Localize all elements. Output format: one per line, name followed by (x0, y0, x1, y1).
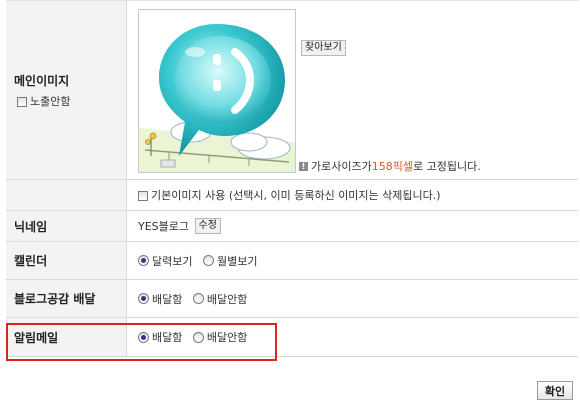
speech-bubble-image (139, 24, 295, 172)
default-image-value-cell: 기본이미지 사용 (선택시, 이미 등록하신 이미지는 삭제됩니다.) (126, 179, 578, 211)
calendar-value-cell: 달력보기 월별보기 (126, 241, 578, 280)
blog-settings-table: 메인이미지 노출안함 찾아보기 ! 가로사이즈가 158픽셀 로 고정됩니다. … (6, 0, 578, 357)
calendar-option-monthly-view[interactable]: 달력보기 (138, 253, 192, 269)
main-image-row: 메인이미지 노출안함 찾아보기 ! 가로사이즈가 158픽셀 로 고정됩니다. (6, 0, 578, 180)
confirm-button[interactable]: 확인 (537, 381, 573, 400)
nickname-row: 닉네임 YES블로그 수정 (6, 210, 578, 242)
main-image-value-cell: 찾아보기 ! 가로사이즈가 158픽셀 로 고정됩니다. (126, 0, 578, 180)
browse-button[interactable]: 찾아보기 (301, 40, 346, 56)
blog-delivery-value-cell: 배달함 배달안함 (126, 279, 578, 318)
main-image-label-cell: 메인이미지 노출안함 (6, 0, 127, 180)
alert-mail-option-deliver[interactable]: 배달함 (138, 329, 182, 345)
alert-mail-option-label-1: 배달안함 (206, 331, 248, 344)
image-size-note: ! 가로사이즈가 158픽셀 로 고정됩니다. (299, 158, 481, 174)
default-image-checkbox[interactable] (138, 191, 148, 201)
nickname-value-cell: YES블로그 수정 (126, 210, 578, 242)
info-icon: ! (299, 161, 308, 171)
blog-delivery-option-label-1: 배달안함 (206, 292, 248, 306)
calendar-option-label-1: 월별보기 (216, 254, 258, 268)
blog-delivery-radio-1[interactable] (192, 293, 204, 304)
alert-mail-radio-1[interactable] (192, 331, 204, 343)
alert-mail-option-label-0: 배달함 (152, 331, 183, 344)
blog-delivery-option-no-deliver[interactable]: 배달안함 (192, 291, 248, 307)
main-image-label: 메인이미지 (14, 73, 70, 88)
alert-mail-option-no-deliver[interactable]: 배달안함 (192, 329, 248, 345)
nickname-value: YES블로그 (138, 220, 190, 233)
blog-delivery-radio-0[interactable] (138, 293, 149, 304)
default-image-row: 기본이미지 사용 (선택시, 이미 등록하신 이미지는 삭제됩니다.) (6, 179, 578, 211)
size-note-prefix: 가로사이즈가 (311, 160, 372, 173)
nickname-label: 닉네임 (6, 210, 127, 242)
blog-delivery-label: 블로그공감 배달 (6, 279, 127, 318)
blog-delivery-option-label-0: 배달함 (152, 292, 183, 306)
default-image-option[interactable]: 기본이미지 사용 (선택시, 이미 등록하신 이미지는 삭제됩니다.) (138, 189, 441, 202)
size-note-suffix: 로 고정됩니다. (412, 160, 481, 173)
calendar-radio-1[interactable] (202, 255, 214, 266)
alert-mail-row: 알림메일 배달함 배달안함 (6, 317, 578, 357)
calendar-option-by-month[interactable]: 월별보기 (202, 253, 258, 269)
calendar-radio-0[interactable] (138, 255, 149, 266)
blog-delivery-row: 블로그공감 배달 배달함 배달안함 (6, 279, 578, 318)
alert-mail-label: 알림메일 (6, 317, 127, 357)
default-image-label: 기본이미지 사용 (선택시, 이미 등록하신 이미지는 삭제됩니다.) (151, 189, 441, 202)
blog-delivery-option-deliver[interactable]: 배달함 (138, 291, 182, 307)
default-image-label-cell (6, 179, 127, 211)
size-note-highlight: 158픽셀 (371, 160, 413, 173)
hide-image-checkbox[interactable] (17, 96, 27, 107)
calendar-option-label-0: 달력보기 (152, 254, 193, 268)
calendar-row: 캘린더 달력보기 월별보기 (6, 241, 578, 280)
nickname-edit-button[interactable]: 수정 (194, 218, 221, 234)
hide-image-label: 노출안함 (30, 94, 71, 108)
alert-mail-radio-0[interactable] (138, 331, 149, 343)
calendar-label: 캘린더 (6, 241, 127, 280)
hide-image-option[interactable]: 노출안함 (17, 93, 126, 109)
profile-image-preview (138, 9, 296, 173)
alert-mail-value-cell: 배달함 배달안함 (126, 317, 578, 357)
